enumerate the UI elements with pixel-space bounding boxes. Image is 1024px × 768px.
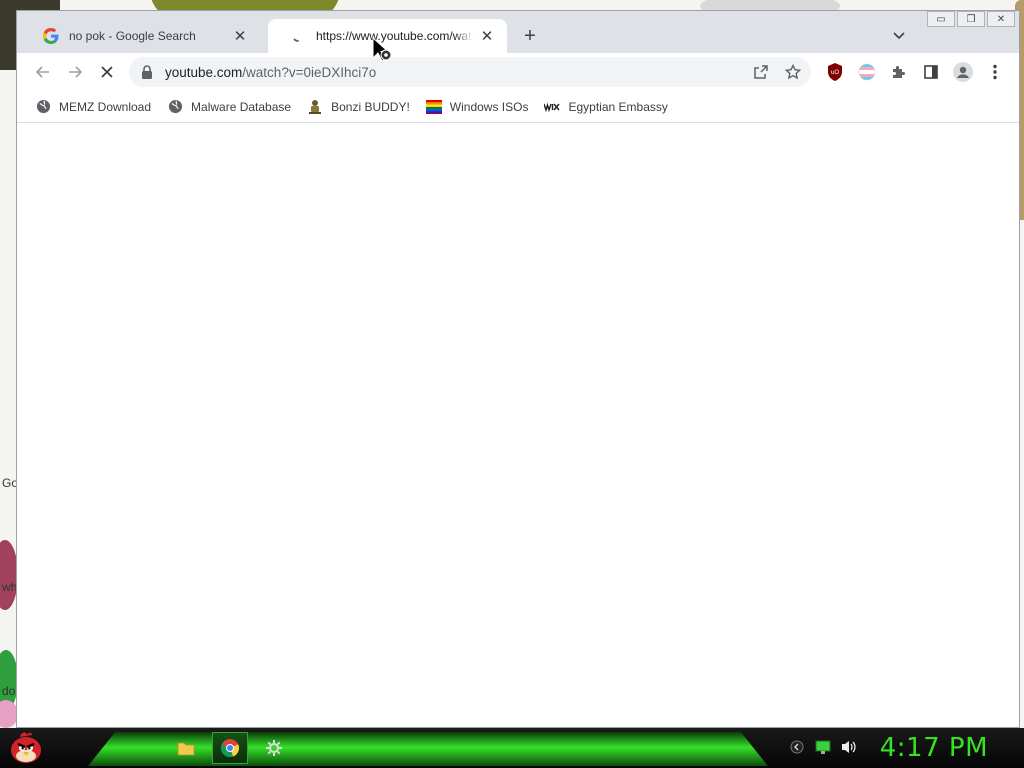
taskbar-app[interactable] bbox=[256, 732, 292, 764]
bookmark-windows-isos[interactable]: Windows ISOs bbox=[424, 94, 537, 120]
url-text: youtube.com/watch?v=0ieDXIhci7o bbox=[165, 65, 376, 80]
close-tab-icon[interactable]: ✕ bbox=[232, 28, 248, 45]
network-icon[interactable] bbox=[812, 734, 834, 760]
chevron-left-icon[interactable] bbox=[786, 734, 808, 760]
browser-toolbar: youtube.com/watch?v=0ieDXIhci7o uO bbox=[17, 53, 1019, 91]
url-path: /watch?v=0ieDXIhci7o bbox=[242, 64, 377, 80]
tab-title: no pok - Google Search bbox=[69, 29, 196, 43]
taskbar: 4:17 PM bbox=[0, 728, 1024, 768]
arrow-right-icon bbox=[69, 66, 83, 78]
globe-icon bbox=[35, 99, 51, 115]
bookmark-label: Bonzi BUDDY! bbox=[331, 99, 410, 114]
puzzle-icon[interactable] bbox=[885, 58, 913, 86]
share-icon[interactable] bbox=[751, 62, 771, 82]
browser-window: no pok - Google Search ✕ https://www.you… bbox=[16, 10, 1020, 728]
rainbow-flag-icon bbox=[425, 99, 442, 115]
tab-google-search[interactable]: no pok - Google Search ✕ bbox=[21, 19, 260, 53]
tab-strip: no pok - Google Search ✕ https://www.you… bbox=[17, 11, 1019, 53]
forward-button[interactable] bbox=[61, 58, 89, 86]
angry-bird-icon bbox=[11, 732, 41, 763]
svg-text:uO: uO bbox=[831, 70, 839, 76]
folder-icon bbox=[177, 742, 195, 756]
window-controls: ▭ ❐ ✕ bbox=[925, 11, 1015, 27]
stop-loading-button[interactable] bbox=[93, 58, 121, 86]
restore-button[interactable]: ❐ bbox=[957, 11, 985, 27]
loading-icon bbox=[290, 28, 306, 44]
address-bar[interactable]: youtube.com/watch?v=0ieDXIhci7o bbox=[129, 57, 811, 87]
bookmark-egyptian-embassy[interactable]: Egyptian Embassy bbox=[542, 94, 675, 120]
close-window-button[interactable]: ✕ bbox=[987, 11, 1015, 27]
volume-icon[interactable] bbox=[838, 734, 860, 760]
bonzi-icon bbox=[307, 99, 323, 115]
bookmark-memz-download[interactable]: MEMZ Download bbox=[33, 94, 159, 120]
bookmark-bonzi-buddy[interactable]: Bonzi BUDDY! bbox=[305, 94, 418, 120]
more-menu-icon[interactable] bbox=[981, 58, 1009, 86]
side-panel-icon[interactable] bbox=[917, 58, 945, 86]
profile-avatar-icon[interactable] bbox=[949, 58, 977, 86]
minimize-button[interactable]: ▭ bbox=[927, 11, 955, 27]
taskbar-file-explorer[interactable] bbox=[168, 732, 204, 764]
trans-flag-extension-icon[interactable] bbox=[853, 58, 881, 86]
system-tray bbox=[786, 734, 864, 760]
cursor-icon bbox=[371, 36, 395, 67]
bookmark-label: Egyptian Embassy bbox=[568, 99, 668, 114]
new-tab-button[interactable]: + bbox=[519, 25, 541, 47]
bookmark-label: Windows ISOs bbox=[449, 99, 529, 114]
globe-icon bbox=[167, 99, 183, 115]
start-button[interactable] bbox=[6, 730, 46, 766]
taskbar-chrome[interactable] bbox=[212, 732, 248, 764]
bookmark-label: MEMZ Download bbox=[59, 99, 152, 114]
close-icon bbox=[101, 66, 113, 78]
star-icon[interactable] bbox=[783, 62, 803, 82]
gear-icon bbox=[266, 740, 282, 756]
bookmark-label: Malware Database bbox=[191, 99, 292, 114]
url-host: youtube.com bbox=[165, 64, 243, 80]
arrow-left-icon bbox=[35, 66, 49, 78]
chevron-down-icon[interactable] bbox=[889, 26, 909, 46]
google-icon bbox=[43, 28, 59, 44]
wallpaper-text: do bbox=[2, 684, 16, 698]
bookmark-malware-database[interactable]: Malware Database bbox=[165, 94, 299, 120]
chrome-icon bbox=[220, 739, 240, 758]
page-viewport[interactable] bbox=[17, 124, 1019, 727]
back-button[interactable] bbox=[29, 58, 57, 86]
bookmarks-bar: MEMZ Download Malware Database Bonzi BUD… bbox=[17, 91, 1019, 123]
lock-icon bbox=[141, 65, 155, 79]
ublock-icon[interactable]: uO bbox=[821, 58, 849, 86]
clock[interactable]: 4:17 PM bbox=[880, 730, 988, 766]
close-tab-icon[interactable]: ✕ bbox=[479, 28, 495, 45]
wix-icon bbox=[544, 99, 561, 115]
